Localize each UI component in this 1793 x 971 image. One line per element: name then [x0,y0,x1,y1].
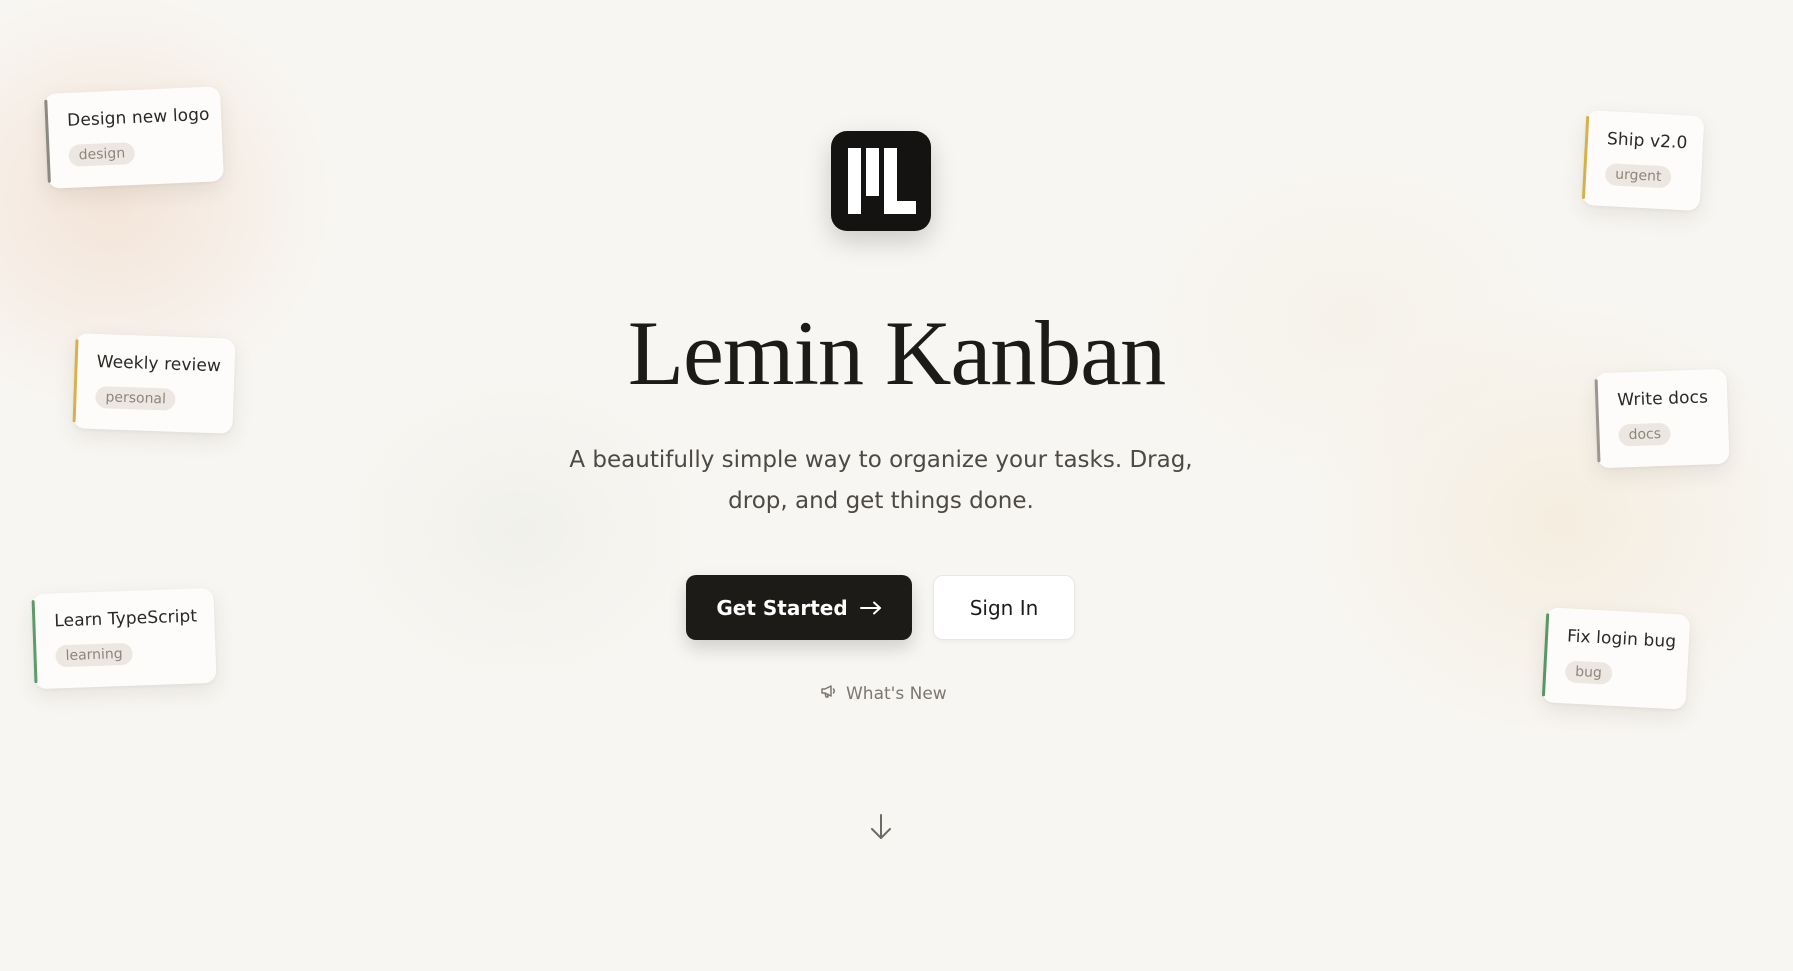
card-tag: bug [1564,660,1613,685]
card-title: Fix login bug [1566,626,1677,653]
card-tag: docs [1618,422,1672,447]
floating-card-ship[interactable]: Ship v2.0 urgent [1581,109,1705,212]
sign-in-button[interactable]: Sign In [933,575,1075,640]
arrow-down-icon[interactable] [868,812,894,842]
floating-card-fix-login-bug[interactable]: Fix login bug bug [1541,607,1691,710]
lemin-logo-icon [831,131,931,231]
sign-in-label: Sign In [969,595,1039,620]
card-tag: urgent [1604,163,1672,189]
whats-new-link[interactable]: What's New [819,682,947,705]
page-subtitle: A beautifully simple way to organize you… [569,447,1193,514]
card-title: Design new logo [66,104,210,131]
page-title: Lemin Kanban [627,302,1166,404]
floating-card-design[interactable]: Design new logo design [44,86,224,189]
card-title: Ship v2.0 [1606,129,1688,154]
get-started-button[interactable]: Get Started [686,575,912,640]
arrow-right-icon [859,596,882,620]
whats-new-label: What's New [846,683,947,704]
floating-card-learn-typescript[interactable]: Learn TypeScript learning [31,587,217,690]
card-title: Learn TypeScript [54,606,198,632]
card-tag: learning [55,642,134,668]
get-started-label: Get Started [716,595,848,620]
card-tag: design [68,141,136,167]
megaphone-icon [819,682,837,705]
